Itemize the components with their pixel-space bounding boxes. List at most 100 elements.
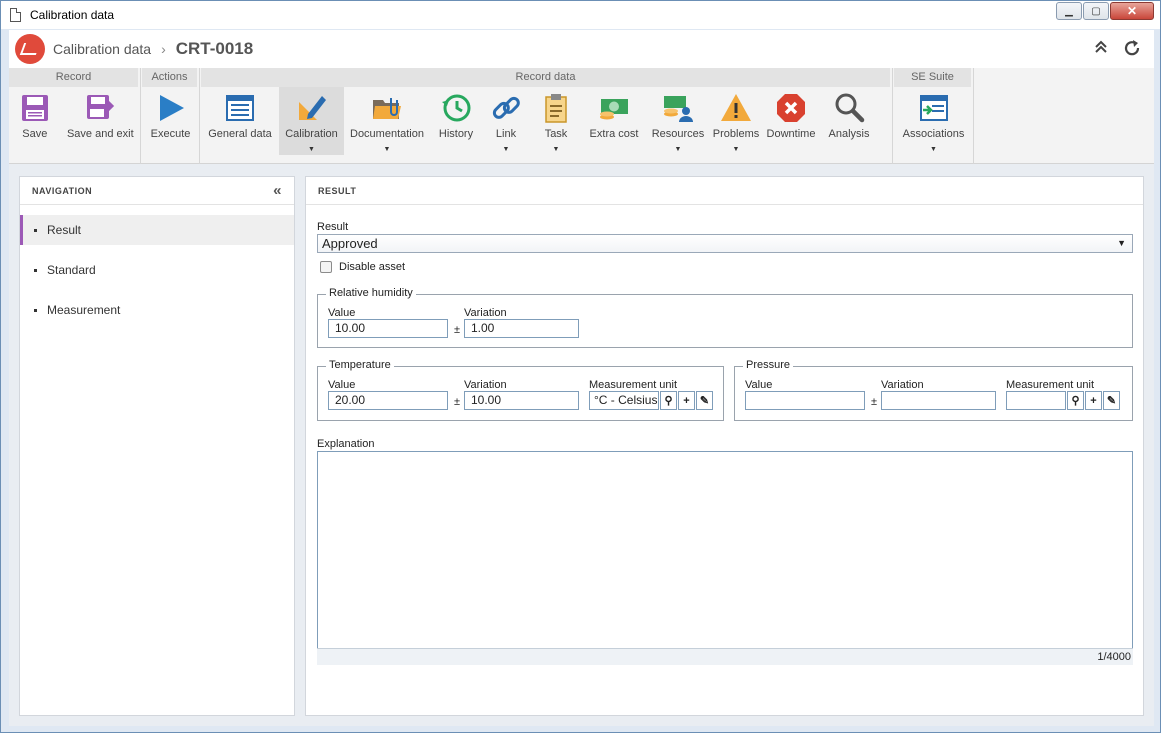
dropdown-caret-icon: ▼	[383, 146, 391, 153]
search-unit-button[interactable]: ⚲	[660, 391, 677, 410]
execute-label: Execute	[150, 128, 191, 140]
plus-minus-sign: ±	[871, 396, 878, 408]
ruler-pencil-icon	[298, 96, 326, 120]
pressure-variation-label: Variation	[881, 379, 924, 391]
associations-icon	[919, 95, 948, 121]
pressure-group: Pressure Value ± Variation Measurement u…	[734, 359, 1133, 421]
temperature-value-input[interactable]: 20.00	[328, 391, 448, 410]
execute-button[interactable]: Execute	[142, 87, 199, 155]
minimize-button[interactable]: ▁	[1056, 2, 1082, 20]
folder-clip-icon	[373, 98, 401, 119]
temperature-value-label: Value	[328, 379, 356, 391]
ribbon-toolbar: Record Save Save and exit Actions Execut…	[9, 68, 1154, 164]
downtime-label: Downtime	[766, 128, 816, 140]
link-label: Link	[495, 128, 517, 140]
clipboard-icon	[545, 94, 567, 123]
save-exit-label: Save and exit	[66, 128, 134, 140]
minimize-icon: ▁	[1065, 5, 1073, 17]
resources-icon	[664, 96, 693, 122]
app-logo	[15, 34, 45, 64]
maximize-icon: ▢	[1091, 5, 1101, 17]
add-unit-button[interactable]: +	[1085, 391, 1102, 410]
maximize-button[interactable]: ▢	[1083, 2, 1109, 20]
money-icon	[600, 99, 628, 120]
eraser-icon: ✎	[1106, 395, 1117, 407]
save-button[interactable]: Save	[9, 87, 61, 155]
close-icon: ✕	[1126, 4, 1138, 18]
resources-button[interactable]: Resources ▼	[646, 87, 710, 155]
pressure-value-input[interactable]	[745, 391, 865, 410]
clear-unit-button[interactable]: ✎	[696, 391, 713, 410]
pressure-legend: Pressure	[743, 359, 794, 371]
general-data-button[interactable]: General data	[201, 87, 279, 155]
nav-item-label: Measurement	[47, 303, 121, 317]
relative-humidity-group: Relative humidity Value 10.00 ± Variatio…	[317, 287, 1133, 348]
task-button[interactable]: Task ▼	[530, 87, 582, 155]
dropdown-caret-icon: ▼	[502, 146, 510, 153]
explanation-label: Explanation	[317, 438, 375, 450]
relative-humidity-legend: Relative humidity	[326, 287, 416, 299]
pressure-unit-input[interactable]	[1006, 391, 1066, 410]
humidity-variation-input[interactable]: 1.00	[464, 319, 579, 338]
nav-item-label: Standard	[47, 263, 96, 277]
history-button[interactable]: History	[430, 87, 482, 155]
bullet-icon	[34, 228, 37, 232]
collapse-up-icon[interactable]	[1094, 40, 1108, 60]
close-button[interactable]: ✕	[1110, 2, 1154, 20]
plus-minus-sign: ±	[454, 396, 461, 408]
form-icon	[226, 95, 254, 121]
group-title: Record	[9, 68, 140, 87]
ribbon-group-record-data: Record data General data Calibration ▼ D…	[201, 68, 893, 164]
plus-minus-sign: ±	[454, 324, 461, 336]
calibration-button[interactable]: Calibration ▼	[279, 87, 344, 155]
disable-asset-checkbox[interactable]	[320, 261, 332, 273]
downtime-button[interactable]: Downtime	[762, 87, 820, 155]
search-icon: ⚲	[664, 395, 673, 407]
pressure-variation-input[interactable]	[881, 391, 996, 410]
associations-button[interactable]: Associations ▼	[894, 87, 973, 155]
navigation-list: Result Standard Measurement	[20, 215, 294, 325]
humidity-value-input[interactable]: 10.00	[328, 319, 448, 338]
temperature-unit-label: Measurement unit	[589, 379, 678, 391]
plus-icon: +	[1090, 394, 1097, 407]
nav-item-measurement[interactable]: Measurement	[20, 295, 294, 325]
pressure-unit-label: Measurement unit	[1006, 379, 1095, 391]
refresh-icon[interactable]	[1124, 40, 1142, 60]
clear-unit-button[interactable]: ✎	[1103, 391, 1120, 410]
bullet-icon	[34, 268, 37, 272]
result-select-value: Approved	[322, 236, 378, 251]
nav-item-standard[interactable]: Standard	[20, 255, 294, 285]
collapse-panel-icon[interactable]: «	[273, 177, 282, 205]
add-unit-button[interactable]: +	[678, 391, 695, 410]
history-clock-icon	[442, 94, 471, 122]
navigation-header: NAVIGATION «	[20, 177, 294, 205]
stop-x-icon	[777, 94, 805, 122]
document-icon	[10, 8, 21, 22]
temperature-group: Temperature Value 20.00 ± Variation 10.0…	[317, 359, 724, 421]
window-controls: ▁ ▢ ✕	[1055, 2, 1154, 20]
dropdown-caret-icon: ▼	[930, 146, 937, 153]
search-unit-button[interactable]: ⚲	[1067, 391, 1084, 410]
problems-button[interactable]: Problems ▼	[710, 87, 762, 155]
analysis-button[interactable]: Analysis	[820, 87, 878, 155]
character-counter: 1/4000	[317, 648, 1133, 665]
save-label: Save	[22, 128, 48, 140]
nav-item-result[interactable]: Result	[20, 215, 294, 245]
temperature-unit-input[interactable]: °C - Celsius	[589, 391, 659, 410]
record-id: CRT-0018	[175, 39, 254, 58]
save-and-exit-button[interactable]: Save and exit	[61, 87, 140, 155]
navigation-title: NAVIGATION	[32, 186, 93, 196]
result-select[interactable]: Approved ▼	[317, 234, 1133, 253]
calibration-label: Calibration	[285, 128, 338, 140]
associations-label: Associations	[902, 128, 965, 140]
extra-cost-button[interactable]: Extra cost	[582, 87, 646, 155]
explanation-textarea[interactable]	[317, 451, 1133, 665]
temperature-variation-input[interactable]: 10.00	[464, 391, 579, 410]
result-field-label: Result	[317, 221, 349, 233]
header-actions	[1094, 40, 1142, 60]
link-button[interactable]: Link ▼	[482, 87, 530, 155]
documentation-button[interactable]: Documentation ▼	[344, 87, 430, 155]
disable-asset-label: Disable asset	[339, 261, 406, 273]
general-data-label: General data	[208, 128, 272, 140]
breadcrumb-app[interactable]: Calibration data	[53, 41, 151, 57]
